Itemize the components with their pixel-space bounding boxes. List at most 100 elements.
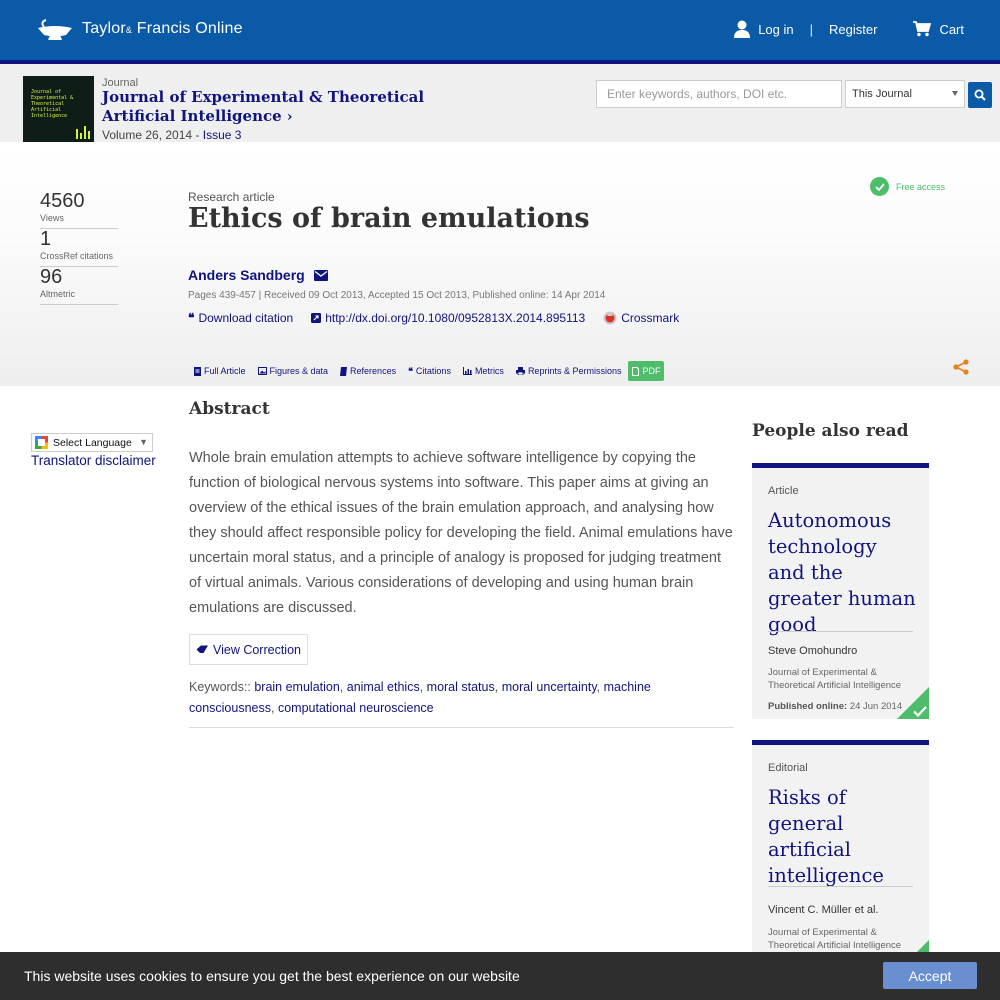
tab-pdf[interactable]: PDF [628,361,665,381]
google-translate-icon [35,436,48,449]
search-scope-value: This Journal [852,88,912,100]
share-icon [953,359,969,375]
language-select-label: Select Language [53,436,132,449]
language-select[interactable]: Select Language ▼ [31,433,153,452]
card-divider [768,631,913,632]
login-label: Log in [758,21,794,37]
card-divider [768,886,913,887]
card-author: Vincent C. Müller et al. [768,904,879,916]
keywords-label: Keywords:: [189,680,251,694]
user-icon [734,20,751,38]
cover-bars [76,126,90,139]
article-tabs: Full Article Figures & data References ❝… [194,361,676,381]
view-correction-button[interactable]: View Correction [189,634,308,665]
free-access-badge: Free access [870,177,945,196]
document-icon [194,366,201,376]
register-link[interactable]: Register [829,22,877,37]
share-button[interactable] [953,359,969,380]
download-citation-label: Download citation [198,311,294,325]
keyword-link[interactable]: moral uncertainty [502,680,597,694]
author-name: Anders Sandberg [188,267,305,283]
published-label: Published online: [768,701,848,712]
publication-info: Pages 439-457 | Received 09 Oct 2013, Ac… [188,290,606,301]
search-icon [974,89,986,101]
cart-label: Cart [939,21,964,37]
issue-link[interactable]: Issue 3 [203,128,242,142]
author-link[interactable]: Anders Sandberg [188,267,328,283]
site-logo[interactable]: Taylor& Francis Online [36,18,243,40]
keyword-link[interactable]: animal ethics [347,680,420,694]
metric-views: 4560 Views [40,190,118,229]
keywords: Keywords:: brain emulation, animal ethic… [189,680,651,715]
crossmark-link[interactable]: Crossmark [603,311,679,325]
metric-label: Altmetric [40,289,76,299]
metric-value: 1 [40,228,52,250]
card-type: Editorial [768,762,808,774]
volume-text: Volume 26, 2014 - [102,128,200,142]
keyword-link[interactable]: brain emulation [254,680,339,694]
pdf-icon [632,366,640,376]
tab-reprints[interactable]: Reprints & Permissions [515,366,621,376]
caret-down-icon [952,91,958,96]
free-access-label: Free access [896,181,946,192]
cart-link[interactable]: Cart [913,21,964,37]
download-citation-link[interactable]: ❝ Download citation [188,311,293,325]
cookie-banner: This website uses cookies to ensure you … [0,952,1000,1000]
tab-label: Citations [415,366,451,376]
check-icon [870,177,889,196]
external-link-icon [311,313,322,323]
published-date: 24 Jun 2014 [849,701,903,712]
tab-full-article[interactable]: Full Article [194,366,246,376]
accept-cookies-button[interactable]: Accept [883,962,977,989]
print-icon [515,367,525,375]
related-article-card: Article Autonomous technology and the gr… [752,463,929,719]
lamp-logo-icon [38,19,72,40]
tab-references[interactable]: References [340,366,396,376]
tab-metrics[interactable]: Metrics [462,366,504,376]
cart-icon [913,21,932,37]
logo-text: Taylor& Francis Online [82,20,243,37]
journal-title-link[interactable]: Journal of Experimental & Theoretical Ar… [102,88,482,127]
related-article-card: Editorial Risks of general artificial in… [752,740,929,952]
article-title: Ethics of brain emulations [188,203,590,234]
card-date: Published online: 24 Jun 2014 [768,701,902,712]
abstract-body: Whole brain emulation attempts to achiev… [189,450,733,616]
chevron-right-icon: › [286,109,293,125]
keyword-link[interactable]: computational neuroscience [278,701,434,715]
journal-title: Journal of Experimental & Theoretical Ar… [102,88,425,125]
caret-down-icon: ▼ [139,437,148,447]
card-journal: Journal of Experimental & Theoretical Ar… [768,667,902,691]
register-label: Register [829,21,878,37]
cookie-text: This website uses cookies to ensure you … [24,968,520,984]
doi-link[interactable]: http://dx.doi.org/10.1080/0952813X.2014.… [311,311,585,325]
keyword-link[interactable]: moral status [427,680,495,694]
translator-disclaimer-link[interactable]: Translator disclaimer [31,453,156,468]
image-icon [257,367,267,375]
envelope-icon[interactable] [313,269,328,281]
crossmark-label: Crossmark [621,311,680,325]
card-author: Steve Omohundro [768,645,858,657]
tab-label: Figures & data [269,366,329,376]
card-title-link[interactable]: Autonomous technology and the greater hu… [768,508,918,638]
tab-label: Full Article [204,366,246,376]
tab-figures[interactable]: Figures & data [257,366,329,376]
crossmark-icon [603,311,617,325]
search-button[interactable] [968,82,992,108]
metric-label: CrossRef citations [40,251,114,261]
metric-value: 96 [40,266,63,288]
abstract-divider [189,727,734,728]
journal-cover-image[interactable]: Journal of Experimental & Theoretical Ar… [23,76,94,142]
people-also-read-heading: People also read [752,421,909,441]
check-icon [913,706,927,717]
access-corner [897,940,929,952]
tab-citations[interactable]: ❝ Citations [408,366,451,377]
search-scope-select[interactable]: This Journal [845,80,965,108]
card-title-link[interactable]: Risks of general artificial intelligence [768,785,918,889]
login-link[interactable]: Log in [734,20,794,38]
article-type: Research article [188,190,275,204]
search-input[interactable] [596,80,842,108]
view-correction-label: View Correction [212,642,301,657]
tab-label: References [350,366,397,376]
quote-icon: ❝ [408,365,413,376]
tab-label: PDF [642,366,661,376]
